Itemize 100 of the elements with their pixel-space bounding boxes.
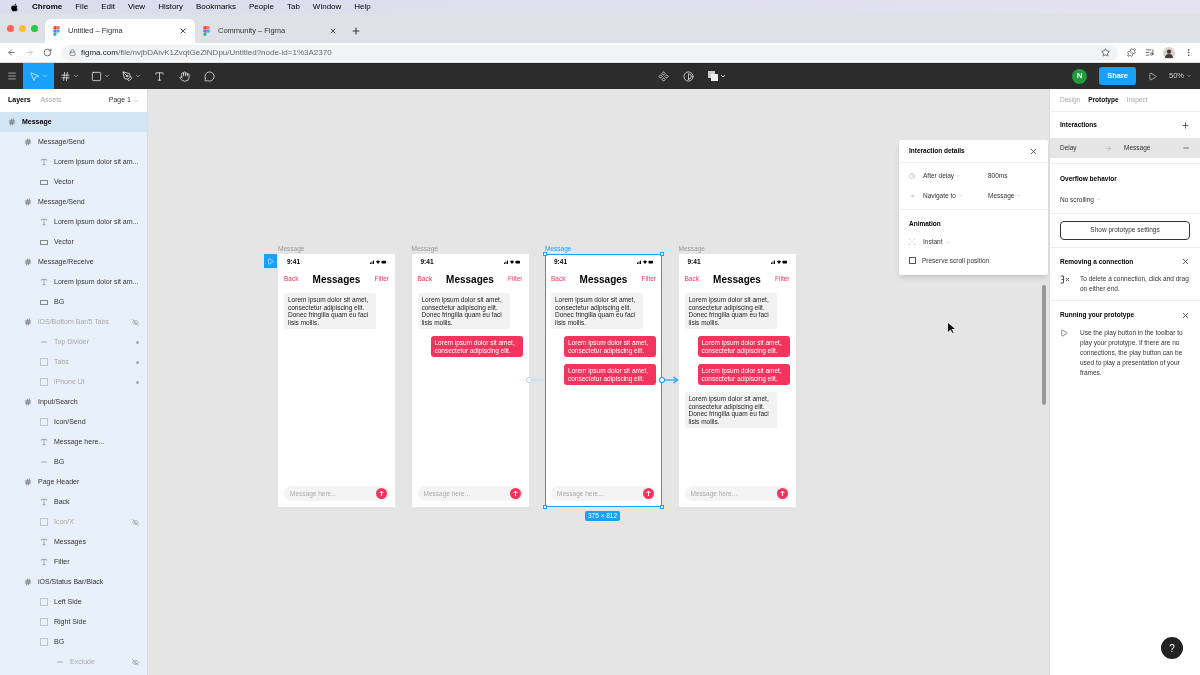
text-icon <box>40 538 48 546</box>
rectangle-icon <box>40 299 48 305</box>
caret-icon <box>133 97 139 104</box>
frame-icon <box>24 198 32 206</box>
menu-item[interactable]: Bookmarks <box>196 1 237 13</box>
phone-frame[interactable] <box>545 254 662 507</box>
screen-title: Messages <box>579 272 628 287</box>
play-icon <box>1060 329 1068 337</box>
component-icon[interactable] <box>658 70 670 82</box>
group-icon <box>40 358 48 366</box>
comment-icon <box>204 70 215 82</box>
connection-arrow[interactable] <box>525 375 546 385</box>
status-icons <box>370 260 386 264</box>
rectangle-icon <box>40 239 48 245</box>
send-icon[interactable] <box>509 488 521 499</box>
resize-handle[interactable] <box>660 505 664 509</box>
status-icons <box>503 260 520 264</box>
back-icon[interactable] <box>7 48 16 57</box>
text-icon <box>40 158 48 166</box>
rectangle-icon <box>91 70 102 82</box>
caret-icon <box>956 173 962 179</box>
resize-handle[interactable] <box>660 252 664 256</box>
frame-icon <box>8 118 16 126</box>
text-icon <box>40 558 48 566</box>
more-icon[interactable] <box>1184 48 1193 57</box>
menu-item[interactable]: History <box>158 1 183 13</box>
screen-title: Messages <box>713 272 761 287</box>
arrow-icon <box>909 192 915 199</box>
text-icon <box>40 498 48 506</box>
close-icon[interactable] <box>1029 146 1038 156</box>
play-icon[interactable] <box>1148 71 1157 81</box>
menu-item[interactable]: Help <box>354 1 371 13</box>
scrollbar[interactable] <box>1042 285 1046 405</box>
status-icons <box>637 260 653 264</box>
new-tab-icon[interactable] <box>351 26 361 36</box>
reload-icon[interactable] <box>43 48 52 57</box>
connection-arrow[interactable] <box>659 375 680 385</box>
close-icon[interactable] <box>179 27 187 35</box>
send-icon[interactable] <box>776 488 788 499</box>
menu-item[interactable]: Window <box>312 1 342 13</box>
frame-icon <box>24 478 32 486</box>
cursor-icon <box>948 323 955 333</box>
pen-icon <box>122 70 133 82</box>
close-icon[interactable] <box>329 27 337 35</box>
frame-icon <box>24 258 32 266</box>
rectangle-icon <box>40 179 48 185</box>
apple-icon[interactable] <box>10 2 19 12</box>
user-avatar[interactable]: N <box>1072 68 1088 84</box>
close-window-icon[interactable] <box>7 25 14 32</box>
resize-handle[interactable] <box>543 252 547 256</box>
frame-icon <box>24 138 32 146</box>
close-icon[interactable] <box>1181 310 1190 320</box>
checkbox[interactable] <box>909 257 916 265</box>
add-icon[interactable] <box>1181 120 1190 130</box>
frame-icon <box>24 318 32 326</box>
status-icons <box>770 260 787 264</box>
menu-item[interactable]: People <box>249 1 274 13</box>
logo-icon <box>203 26 210 36</box>
group-icon <box>40 418 48 426</box>
mask-icon[interactable] <box>683 70 695 82</box>
extensions-icon[interactable] <box>1127 48 1136 57</box>
menu-item[interactable]: View <box>127 1 146 13</box>
hand-icon <box>179 70 190 82</box>
caret-icon <box>104 73 110 79</box>
boolean-icon[interactable] <box>708 70 727 82</box>
starting-point-flag[interactable] <box>264 254 277 268</box>
send-icon[interactable] <box>643 488 654 499</box>
caret-icon <box>42 73 48 79</box>
menu-item[interactable]: File <box>75 1 89 13</box>
group-icon <box>40 378 48 386</box>
caret-icon <box>73 73 79 79</box>
move-icon <box>29 70 40 82</box>
address-field[interactable]: figma.com/file/nvjbDAivK1ZvqtGeZiNDpu/Untitled?node-id=1%3A2370 <box>61 44 1118 61</box>
profile-avatar-icon[interactable] <box>1163 46 1175 59</box>
text-icon <box>40 438 48 446</box>
url-text: figma.com/file/nvjbDAivK1ZvqtGeZiNDpu/Untitled?node-id=1%3A2370 <box>81 46 332 59</box>
send-icon[interactable] <box>376 488 387 499</box>
line-icon <box>40 458 48 466</box>
arrow-icon <box>1105 144 1112 152</box>
bookmark-star-icon[interactable] <box>1101 48 1110 57</box>
close-icon[interactable] <box>1181 256 1190 266</box>
menu-item[interactable]: Chrome <box>32 1 63 13</box>
text-icon <box>40 278 48 286</box>
menu-item[interactable]: Tab <box>286 1 300 13</box>
media-icon[interactable] <box>1145 48 1154 57</box>
caret-icon <box>135 73 141 79</box>
frame-icon <box>24 398 32 406</box>
caret-icon <box>1186 73 1192 79</box>
line-icon <box>40 338 48 346</box>
menu-item[interactable]: Edit <box>101 1 115 13</box>
screen-title: Messages <box>446 272 494 287</box>
text-icon <box>40 218 48 226</box>
line-icon <box>56 658 64 666</box>
transition-icon <box>909 239 915 246</box>
screen-title: Messages <box>312 272 361 287</box>
caret-icon <box>957 193 963 199</box>
group-icon <box>40 518 48 526</box>
resize-handle[interactable] <box>543 505 547 509</box>
text-icon <box>154 70 165 82</box>
menu-icon[interactable] <box>6 71 17 81</box>
